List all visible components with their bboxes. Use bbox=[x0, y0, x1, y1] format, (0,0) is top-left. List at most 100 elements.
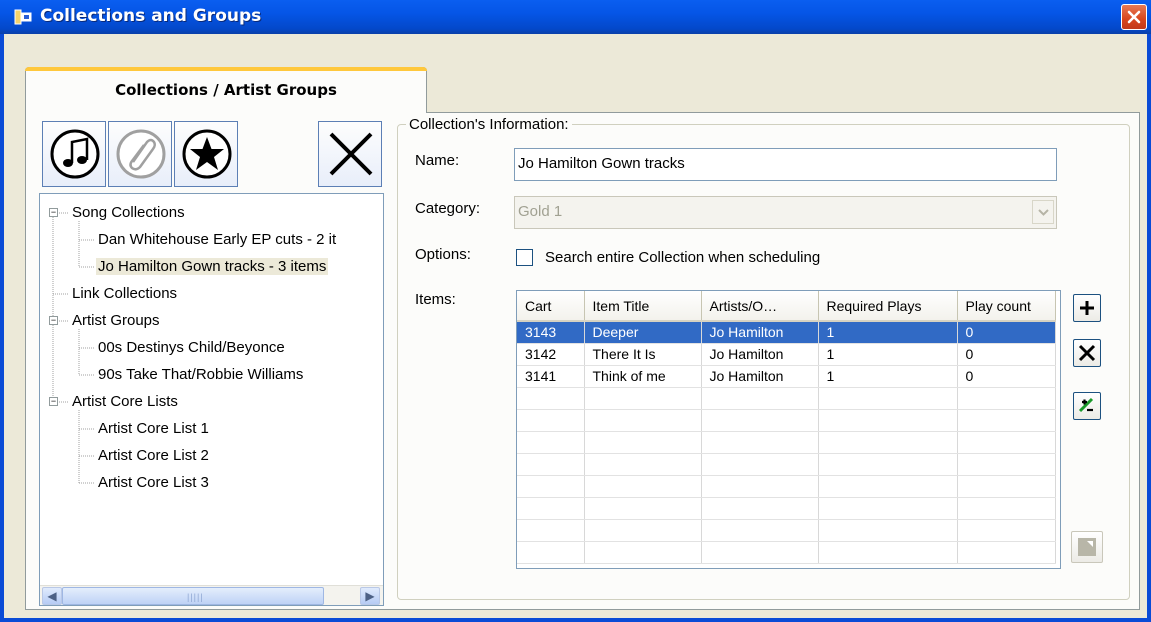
collection-info-legend: Collection's Information: bbox=[406, 116, 572, 133]
new-song-collection-button[interactable] bbox=[42, 121, 106, 187]
remove-item-button[interactable] bbox=[1073, 339, 1101, 367]
table-cell bbox=[818, 431, 958, 454]
title-bar[interactable]: Collections and Groups bbox=[0, 0, 1151, 34]
table-cell bbox=[517, 431, 585, 454]
window-title: Collections and Groups bbox=[40, 6, 262, 26]
table-row[interactable]: 3143 Deeper Jo Hamilton 1 0 bbox=[517, 321, 1056, 344]
star-icon bbox=[182, 129, 232, 179]
table-cell bbox=[517, 409, 585, 432]
table-cell bbox=[957, 387, 1056, 410]
table-cell bbox=[584, 387, 702, 410]
table-cell bbox=[584, 453, 702, 476]
table-cell: 0 bbox=[957, 365, 1056, 388]
category-dropdown-button[interactable] bbox=[1032, 200, 1054, 224]
table-cell: 0 bbox=[957, 343, 1056, 366]
scroll-thumb[interactable]: ||||| bbox=[62, 587, 324, 605]
table-row[interactable] bbox=[517, 497, 1056, 520]
close-icon bbox=[329, 132, 373, 176]
window-close-button[interactable] bbox=[1121, 4, 1147, 30]
table-cell: Think of me bbox=[584, 365, 702, 388]
table-cell: Jo Hamilton bbox=[701, 321, 819, 344]
table-row[interactable] bbox=[517, 409, 1056, 432]
tree-item[interactable]: 00s Destinys Child/Beyonce bbox=[96, 335, 287, 361]
tree-expander[interactable]: − bbox=[49, 316, 58, 325]
table-row[interactable] bbox=[517, 387, 1056, 410]
table-cell bbox=[584, 519, 702, 542]
tree-item[interactable]: Artist Core List 1 bbox=[96, 416, 211, 442]
tree-node-label: 90s Take That/Robbie Williams bbox=[98, 366, 304, 383]
table-cell bbox=[701, 409, 819, 432]
table-cell bbox=[584, 475, 702, 498]
table-row[interactable] bbox=[517, 453, 1056, 476]
table-cell: Jo Hamilton bbox=[701, 365, 819, 388]
tree-expander[interactable]: − bbox=[49, 397, 58, 406]
music-note-icon bbox=[50, 129, 100, 179]
table-row[interactable]: 3141 Think of me Jo Hamilton 1 0 bbox=[517, 365, 1056, 388]
tree-item[interactable]: Artist Core List 2 bbox=[96, 443, 211, 469]
tree-group[interactable]: − Artist Core Lists bbox=[49, 389, 180, 415]
collections-tree[interactable]: − Song Collections Dan Whitehouse Early EP… bbox=[39, 193, 384, 606]
table-cell: 3142 bbox=[517, 343, 585, 366]
category-select[interactable]: Gold 1 bbox=[514, 196, 1057, 229]
chevron-down-icon bbox=[1038, 209, 1049, 216]
items-grid[interactable]: Cart Item Title Artists/O… Required Plays Pl… bbox=[516, 290, 1061, 569]
table-cell bbox=[517, 387, 585, 410]
table-cell bbox=[584, 497, 702, 520]
table-cell: 1 bbox=[818, 321, 958, 344]
scroll-right-button[interactable]: ▶ bbox=[360, 587, 380, 605]
tree-item[interactable]: 90s Take That/Robbie Williams bbox=[96, 362, 305, 388]
add-item-button[interactable] bbox=[1073, 294, 1101, 322]
delete-button[interactable] bbox=[318, 121, 382, 187]
tree-item[interactable]: Jo Hamilton Gown tracks - 3 items bbox=[96, 254, 329, 280]
table-cell bbox=[701, 475, 819, 498]
table-row[interactable]: 3142 There It Is Jo Hamilton 1 0 bbox=[517, 343, 1056, 366]
table-cell bbox=[818, 453, 958, 476]
tree-node-label: Artist Core List 3 bbox=[98, 474, 209, 491]
search-entire-collection-checkbox[interactable] bbox=[516, 249, 533, 266]
table-cell bbox=[584, 409, 702, 432]
name-label: Name: bbox=[415, 152, 460, 169]
tree-node-label: Jo Hamilton Gown tracks - 3 items bbox=[96, 258, 329, 275]
table-cell bbox=[701, 541, 819, 564]
table-cell bbox=[517, 475, 585, 498]
table-row[interactable] bbox=[517, 431, 1056, 454]
tree-group[interactable]: Link Collections bbox=[70, 281, 179, 307]
disabled-action-button[interactable] bbox=[1071, 531, 1103, 563]
table-cell: There It Is bbox=[584, 343, 702, 366]
column-header[interactable]: Artists/O… bbox=[701, 291, 819, 322]
column-header[interactable]: Required Plays bbox=[818, 291, 958, 322]
table-cell: 3141 bbox=[517, 365, 585, 388]
column-header[interactable]: Cart bbox=[517, 291, 585, 322]
tab-collections-artist-groups[interactable]: Collections / Artist Groups bbox=[25, 67, 427, 113]
table-row[interactable] bbox=[517, 475, 1056, 498]
tree-node-label: Artist Core List 2 bbox=[98, 447, 209, 464]
table-cell: 3143 bbox=[517, 321, 585, 344]
category-value: Gold 1 bbox=[518, 203, 563, 220]
name-value: Jo Hamilton Gown tracks bbox=[518, 155, 685, 172]
table-cell bbox=[701, 387, 819, 410]
options-label: Options: bbox=[415, 246, 471, 263]
scroll-left-button[interactable]: ◀ bbox=[42, 587, 62, 605]
close-icon bbox=[1078, 344, 1096, 362]
table-cell bbox=[957, 519, 1056, 542]
tree-group[interactable]: − Song Collections bbox=[49, 200, 187, 226]
plus-icon bbox=[1080, 301, 1094, 315]
tree-item[interactable]: Artist Core List 3 bbox=[96, 470, 211, 496]
edit-item-button[interactable] bbox=[1073, 392, 1101, 420]
table-row[interactable] bbox=[517, 541, 1056, 564]
horizontal-scrollbar[interactable]: ◀ ||||| ▶ bbox=[40, 585, 383, 605]
table-cell bbox=[957, 541, 1056, 564]
tree-node-label: Link Collections bbox=[72, 285, 178, 302]
table-row[interactable] bbox=[517, 519, 1056, 542]
column-header[interactable]: Play count bbox=[957, 291, 1056, 322]
square-icon bbox=[1078, 538, 1096, 556]
table-cell bbox=[517, 497, 585, 520]
new-link-collection-button[interactable] bbox=[108, 121, 172, 187]
tree-expander[interactable]: − bbox=[49, 208, 58, 217]
tree-item[interactable]: Dan Whitehouse Early EP cuts - 2 it bbox=[96, 227, 338, 253]
new-artist-group-button[interactable] bbox=[174, 121, 238, 187]
table-cell bbox=[818, 475, 958, 498]
name-input[interactable]: Jo Hamilton Gown tracks bbox=[514, 148, 1057, 181]
column-header[interactable]: Item Title bbox=[584, 291, 702, 322]
tree-group[interactable]: − Artist Groups bbox=[49, 308, 162, 334]
